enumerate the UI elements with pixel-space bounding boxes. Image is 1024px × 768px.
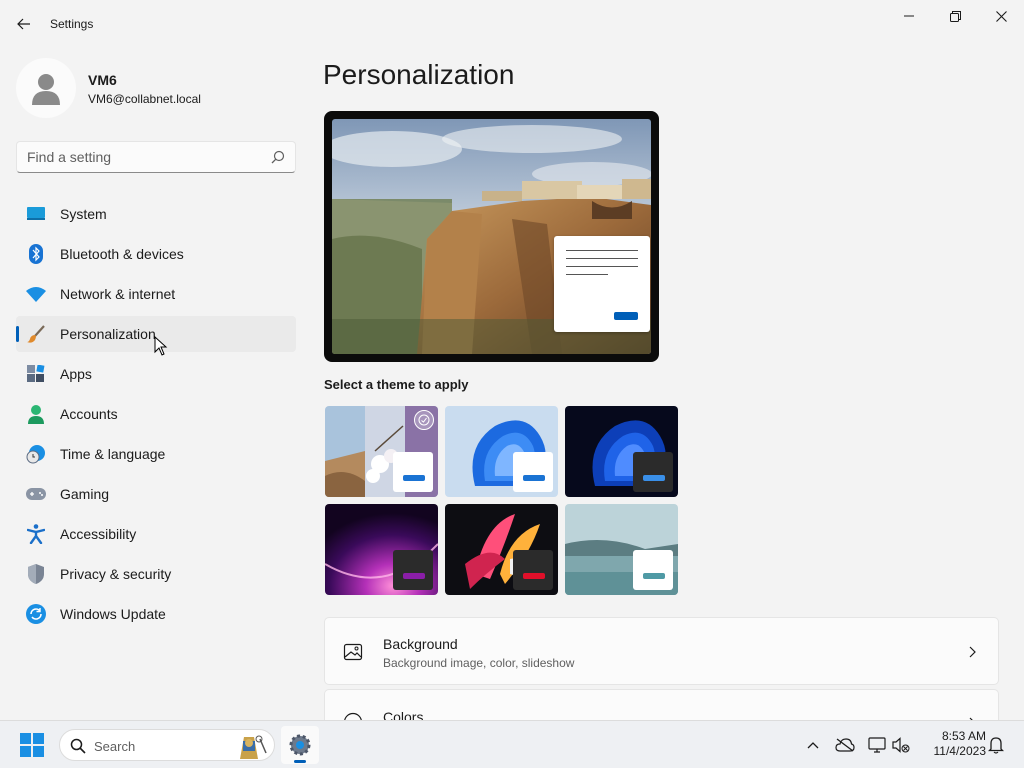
app-title: Settings (50, 17, 94, 31)
windows-start-icon[interactable] (20, 733, 44, 757)
time-language-icon (26, 444, 46, 464)
minimize-icon (904, 15, 914, 17)
sidebar-nav: System Bluetooth & devices Network & int… (16, 196, 296, 636)
notifications-button[interactable] (986, 735, 1006, 755)
preview-window (554, 236, 650, 332)
page-title: Personalization (323, 59, 515, 90)
theme-tile-captured-motion[interactable] (445, 504, 558, 595)
sidebar-item-label: Network & internet (60, 286, 176, 302)
taskbar-settings-app[interactable] (281, 726, 319, 764)
sidebar-item-system[interactable]: System (16, 196, 296, 232)
theme-tile-flow[interactable] (565, 504, 678, 595)
user-name: VM6 (88, 72, 117, 88)
sidebar-item-label: Accounts (60, 406, 118, 422)
taskbar: Search 8:53 AM 11/4/2023 (0, 720, 1024, 768)
taskbar-search-label: Search (94, 739, 136, 754)
sidebar-item-apps[interactable]: Apps (16, 356, 296, 392)
chevron-up-icon (807, 742, 819, 749)
find-setting-search[interactable] (16, 141, 296, 173)
network-status-button[interactable] (867, 735, 887, 755)
avatar (16, 58, 76, 118)
sidebar-item-accessibility[interactable]: Accessibility (16, 516, 296, 552)
tile-preview-window (513, 550, 553, 590)
sidebar-item-label: System (60, 206, 107, 222)
mouse-cursor-icon (154, 336, 168, 356)
onedrive-status-button[interactable] (835, 735, 855, 755)
theme-tile-current[interactable] (325, 406, 438, 497)
sidebar-item-label: Privacy & security (60, 566, 172, 582)
search-input[interactable] (27, 148, 267, 166)
sidebar-item-privacy[interactable]: Privacy & security (16, 556, 296, 592)
user-email: VM6@collabnet.local (88, 92, 201, 106)
sidebar-item-label: Personalization (60, 326, 156, 342)
wifi-icon (26, 284, 46, 304)
ethernet-icon (868, 737, 886, 753)
accounts-icon (26, 404, 46, 424)
user-avatar-icon (32, 74, 60, 105)
card-subtitle: Background image, color, slideshow (383, 656, 575, 670)
search-highlight-icon (240, 735, 267, 759)
sidebar-item-windows-update[interactable]: Windows Update (16, 596, 296, 632)
theme-preview (324, 111, 659, 362)
accessibility-icon (26, 524, 46, 544)
tile-preview-window (633, 550, 673, 590)
selected-theme-icon (414, 410, 434, 430)
background-settings-card[interactable]: Background Background image, color, slid… (324, 617, 999, 685)
close-icon (995, 10, 1007, 22)
clock-date: 11/4/2023 (933, 744, 987, 758)
gear-icon (289, 734, 311, 756)
bluetooth-icon (26, 244, 46, 264)
sidebar-item-label: Windows Update (60, 606, 166, 622)
search-icon (70, 738, 86, 754)
clock-time: 8:53 AM (941, 729, 986, 743)
show-hidden-icons-button[interactable] (803, 735, 823, 755)
tile-preview-window (393, 550, 433, 590)
back-arrow-icon (17, 18, 30, 30)
back-button[interactable] (10, 10, 38, 38)
bell-icon (988, 737, 1004, 754)
sidebar-item-label: Gaming (60, 486, 110, 502)
apps-icon (26, 364, 46, 384)
taskbar-clock[interactable]: 8:53 AM 11/4/2023 (920, 729, 987, 759)
desktop-preview-image (332, 119, 651, 354)
maximize-button[interactable] (932, 0, 978, 32)
tile-preview-window (393, 452, 433, 492)
sidebar-item-bluetooth[interactable]: Bluetooth & devices (16, 236, 296, 272)
card-title: Background (383, 636, 458, 652)
theme-section-heading: Select a theme to apply (324, 377, 469, 392)
user-profile[interactable]: VM6 VM6@collabnet.local (16, 58, 296, 118)
sidebar-item-label: Time & language (60, 446, 166, 462)
sidebar-item-label: Apps (60, 366, 92, 382)
sidebar-item-network[interactable]: Network & internet (16, 276, 296, 312)
title-bar: Settings (0, 0, 1024, 48)
sidebar-item-gaming[interactable]: Gaming (16, 476, 296, 512)
chevron-right-icon (969, 646, 976, 658)
sidebar-item-time-language[interactable]: Time & language (16, 436, 296, 472)
taskbar-search-box[interactable]: Search (59, 729, 275, 761)
tile-preview-window (633, 452, 673, 492)
volume-button[interactable] (891, 735, 911, 755)
restore-icon (949, 10, 961, 22)
preview-accent-button (614, 312, 638, 320)
cloud-offline-icon (835, 738, 855, 752)
sidebar-item-accounts[interactable]: Accounts (16, 396, 296, 432)
minimize-button[interactable] (886, 0, 932, 32)
speaker-muted-icon (892, 737, 910, 753)
paintbrush-icon (26, 324, 46, 344)
system-icon (26, 204, 46, 224)
search-icon (271, 150, 285, 164)
theme-tile-glow[interactable] (325, 504, 438, 595)
sidebar-item-label: Bluetooth & devices (60, 246, 184, 262)
theme-tile-windows-light[interactable] (445, 406, 558, 497)
windows-update-icon (26, 604, 46, 624)
close-button[interactable] (978, 0, 1024, 32)
image-icon (343, 643, 363, 661)
gamepad-icon (26, 484, 46, 504)
sidebar-item-label: Accessibility (60, 526, 137, 542)
tile-preview-window (513, 452, 553, 492)
theme-tile-windows-dark[interactable] (565, 406, 678, 497)
shield-icon (26, 564, 46, 584)
